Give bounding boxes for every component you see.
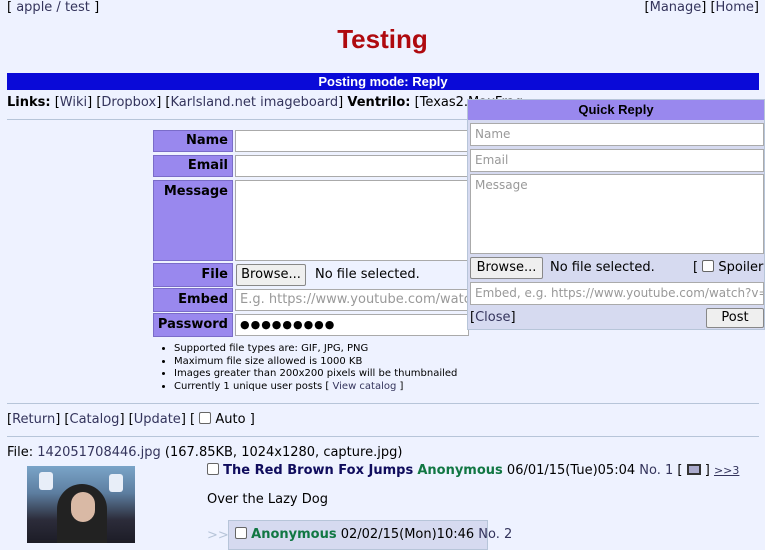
post-number-label[interactable]: No. (639, 463, 661, 478)
op-file-info: File: 142051708446.jpg (167.85KB, 1024x1… (7, 445, 402, 460)
link-karlsland[interactable]: Karlsland.net imageboard (170, 95, 338, 110)
post-date: 06/01/15(Tue)05:04 (506, 463, 636, 478)
divider (7, 436, 759, 437)
file-link[interactable]: 142051708446.jpg (37, 445, 161, 460)
post-subject: The Red Brown Fox Jumps (223, 463, 414, 478)
browse-button[interactable]: Browse... (236, 264, 306, 286)
password-field[interactable]: ●●●●●●●●● (235, 314, 469, 336)
quick-reply-title[interactable]: Quick Reply (468, 100, 764, 120)
page-title: Testing (337, 24, 428, 54)
message-label: Message (153, 180, 233, 261)
auto-update-checkbox[interactable] (199, 412, 212, 424)
qr-name-field[interactable]: Name (470, 123, 764, 146)
backlink[interactable]: >>3 (714, 464, 739, 477)
thread-nav: [Return] [Catalog] [Update] [ Auto ] (7, 412, 255, 427)
qr-close-link[interactable]: Close (475, 310, 510, 325)
embed-field[interactable]: E.g. https://www.youtube.com/watch?v= (235, 289, 469, 311)
post-number[interactable]: 1 (665, 463, 673, 478)
rule-item: Supported file types are: GIF, JPG, PNG (174, 343, 457, 356)
return-link[interactable]: Return (12, 412, 55, 427)
embed-label: Embed (153, 288, 233, 312)
reply-select-checkbox[interactable] (235, 527, 247, 539)
op-thumbnail[interactable] (27, 466, 135, 543)
qr-spoiler-label: Spoiler (718, 260, 764, 275)
file-details: (167.85KB, 1024x1280, capture.jpg) (164, 445, 403, 460)
rule-item: Images greater than 200x200 pixels will … (174, 368, 457, 381)
rule-text: Currently 1 unique user posts (174, 380, 323, 392)
qr-embed-field[interactable]: Embed, e.g. https://www.youtube.com/watc… (470, 282, 764, 305)
link-dropbox[interactable]: Dropbox (101, 95, 156, 110)
qr-browse-button[interactable]: Browse... (470, 257, 543, 279)
home-link[interactable]: Home (716, 0, 754, 15)
email-label: Email (153, 155, 233, 177)
update-link[interactable]: Update (134, 412, 181, 427)
password-label: Password (153, 313, 233, 337)
op-post-info: The Red Brown Fox Jumps Anonymous 06/01/… (207, 463, 739, 478)
qr-spoiler: [ Spoiler ] (693, 260, 764, 275)
rule-item: Currently 1 unique user posts [ View cat… (174, 381, 457, 394)
divider (7, 403, 759, 404)
qr-email-field[interactable]: Email (470, 149, 764, 172)
qr-close: [Close] (470, 310, 516, 325)
posting-rules: Supported file types are: GIF, JPG, PNG … (160, 343, 457, 393)
qr-no-file-text: No file selected. (550, 260, 655, 275)
manage-link[interactable]: Manage (650, 0, 702, 15)
admin-links: [Manage] [Home] (644, 0, 759, 15)
image-search-icon[interactable] (686, 464, 701, 475)
no-file-text: No file selected. (315, 267, 420, 282)
file-prefix: File: (7, 445, 34, 460)
catalog-link[interactable]: Catalog (70, 412, 120, 427)
qr-spoiler-checkbox[interactable] (702, 260, 715, 272)
auto-label: Auto (215, 412, 246, 427)
reply-poster-name: Anonymous (251, 527, 337, 542)
qr-message-field[interactable]: Message (470, 174, 764, 254)
op-select-checkbox[interactable] (207, 463, 219, 475)
reply-arrow: >> (207, 528, 229, 543)
links-label: Links: (7, 95, 51, 110)
reply-post: Anonymous 02/02/15(Mon)10:46 No. 2 (228, 520, 512, 550)
poster-name: Anonymous (417, 463, 503, 478)
rule-item: Maximum file size allowed is 1000 KB (174, 356, 457, 369)
board-list-link[interactable]: apple / test (16, 0, 90, 15)
post-message: Over the Lazy Dog (207, 492, 328, 507)
ventrilo-label: Ventrilo: (347, 95, 411, 110)
quick-reply-panel: Quick Reply Name Email Message Browse...… (467, 99, 765, 330)
reply-date: 02/02/15(Mon)10:46 (340, 527, 475, 542)
board-list-open: [ (7, 0, 13, 15)
posting-mode-bar: Posting mode: Reply (7, 73, 759, 90)
board-list-close: ] (94, 0, 100, 15)
view-catalog-link[interactable]: View catalog (333, 381, 397, 392)
file-label: File (153, 263, 233, 287)
reply-number[interactable]: 2 (504, 527, 512, 542)
board-list: [ apple / test ] (7, 0, 99, 15)
link-wiki[interactable]: Wiki (60, 95, 87, 110)
name-label: Name (153, 130, 233, 152)
links-row: Links: [Wiki] [Dropbox] [Karlsland.net i… (7, 95, 527, 110)
reply-number-label[interactable]: No. (478, 527, 500, 542)
qr-post-button[interactable]: Post (706, 308, 764, 328)
